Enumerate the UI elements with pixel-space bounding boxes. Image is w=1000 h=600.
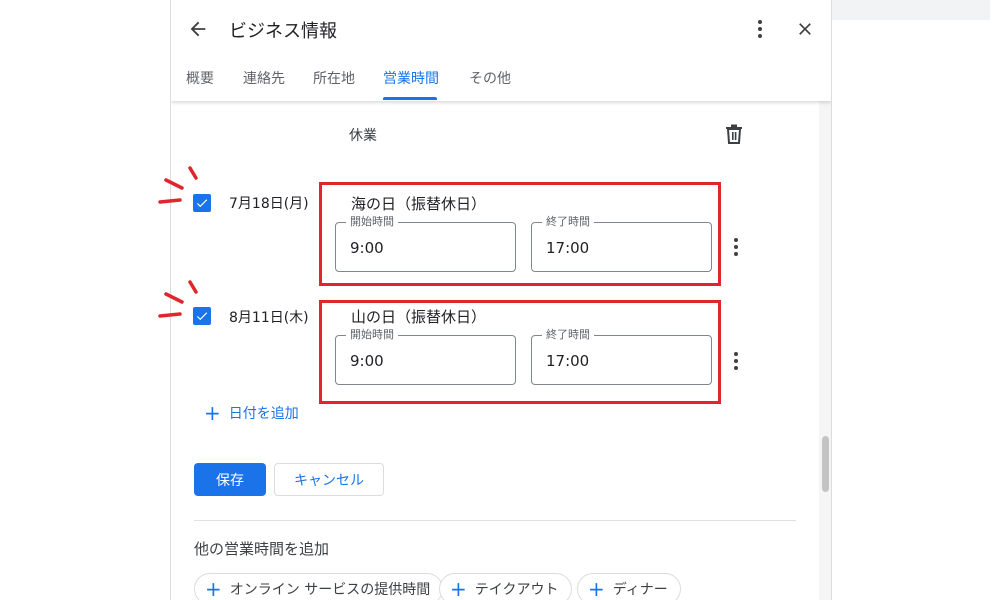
plus-icon: + [204,401,221,425]
tab-location[interactable]: 所在地 [313,68,355,88]
tab-contact[interactable]: 連絡先 [243,68,285,88]
close-icon[interactable] [795,19,815,39]
cancel-button[interactable]: キャンセル [274,463,384,496]
close-time-value: 17:00 [546,239,590,257]
add-date-label: 日付を追加 [228,406,299,422]
add-date-button[interactable]: + 日付を追加 [204,403,299,423]
tab-hours[interactable]: 営業時間 [383,68,439,88]
check-icon [196,312,208,321]
date-label-1: 7月18日(月) [229,196,309,212]
close-time-label: 終了時間 [542,215,594,229]
open-time-value: 9:00 [350,239,384,257]
open-time-label: 開始時間 [346,215,398,229]
check-icon [196,199,208,208]
scrollbar-track[interactable] [819,101,831,600]
date-checkbox-2[interactable] [193,307,211,325]
tab-overview[interactable]: 概要 [186,68,214,88]
date-label-2: 8月11日(木) [229,310,309,326]
plus-icon: + [205,577,222,600]
close-time-field-1[interactable]: 終了時間 17:00 [531,215,712,272]
panel-title: ビジネス情報 [229,21,337,42]
open-time-value: 9:00 [350,352,384,370]
closed-column-label: 休業 [349,128,377,144]
close-time-label: 終了時間 [542,328,594,342]
close-time-value: 17:00 [546,352,590,370]
holiday-name-2: 山の日（振替休日） [351,308,487,326]
plus-icon: + [450,577,467,600]
trash-icon[interactable] [725,124,743,144]
chip-label: オンライン サービスの提供時間 [229,582,431,598]
open-time-label: 開始時間 [346,328,398,342]
chip-label: ディナー [612,582,668,598]
chip-takeout[interactable]: + テイクアウト [439,573,572,600]
row-more-vert-icon[interactable] [731,237,741,257]
save-button[interactable]: 保存 [194,463,266,496]
scrollbar-thumb[interactable] [822,436,829,492]
more-vert-icon[interactable] [755,18,765,40]
chip-label: テイクアウト [474,582,559,598]
chip-online-service-hours[interactable]: + オンライン サービスの提供時間 [194,573,444,600]
other-hours-title: 他の営業時間を追加 [194,540,330,558]
date-checkbox-1[interactable] [193,194,211,212]
section-divider [194,520,796,521]
active-tab-indicator [383,97,437,100]
open-time-field-1[interactable]: 開始時間 9:00 [335,215,516,272]
chip-dinner[interactable]: + ディナー [577,573,681,600]
tab-more[interactable]: その他 [469,68,511,88]
panel-header: ビジネス情報 概要 連絡先 所在地 営業時間 その他 [171,0,831,101]
holiday-name-1: 海の日（振替休日） [351,195,487,213]
row-more-vert-icon[interactable] [731,351,741,371]
open-time-field-2[interactable]: 開始時間 9:00 [335,328,516,385]
plus-icon: + [588,577,605,600]
business-info-panel: ビジネス情報 概要 連絡先 所在地 営業時間 その他 休業 7月18日(月) 海… [170,0,832,600]
close-time-field-2[interactable]: 終了時間 17:00 [531,328,712,385]
back-arrow-icon[interactable] [187,18,209,40]
